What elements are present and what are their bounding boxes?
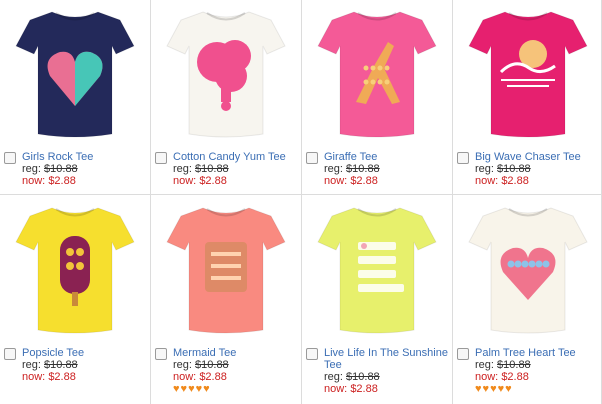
- sale-price-label: now:: [173, 175, 197, 187]
- sale-price: now: $2.88: [22, 175, 76, 187]
- regular-price-label: reg:: [475, 163, 494, 175]
- sale-price: now: $2.88: [22, 371, 76, 383]
- regular-price-value: $10.88: [346, 371, 380, 383]
- sale-price-label: now:: [324, 383, 348, 395]
- regular-price: reg: $10.88: [22, 359, 78, 371]
- product-name-link[interactable]: Mermaid Tee: [173, 347, 301, 359]
- compare-checkbox[interactable]: [4, 348, 16, 360]
- product-name-link[interactable]: Live Life In The Sunshine Tee: [324, 347, 452, 371]
- product-card: Palm Tree Heart Tee reg: $10.88 now: $2.…: [453, 196, 602, 398]
- product-card: Mermaid Tee reg: $10.88 now: $2.88 ♥♥♥♥♥: [151, 196, 301, 398]
- compare-checkbox[interactable]: [457, 152, 469, 164]
- regular-price-value: $10.88: [497, 163, 531, 175]
- regular-price: reg: $10.88: [173, 359, 229, 371]
- sale-price-value: $2.88: [350, 383, 378, 395]
- product-name-link[interactable]: Cotton Candy Yum Tee: [173, 151, 301, 163]
- product-card: Giraffe Tee reg: $10.88 now: $2.88: [302, 0, 452, 202]
- product-image[interactable]: [316, 202, 438, 337]
- product-card: Girls Rock Tee reg: $10.88 now: $2.88: [0, 0, 150, 202]
- compare-checkbox[interactable]: [457, 348, 469, 360]
- regular-price-value: $10.88: [44, 359, 78, 371]
- rating-hearts-icon: ♥♥♥♥♥: [173, 383, 211, 395]
- regular-price: reg: $10.88: [475, 359, 531, 371]
- compare-checkbox[interactable]: [155, 152, 167, 164]
- sale-price-value: $2.88: [350, 175, 378, 187]
- sale-price-label: now:: [324, 175, 348, 187]
- sale-price-label: now:: [22, 371, 46, 383]
- regular-price-value: $10.88: [195, 359, 229, 371]
- regular-price-label: reg:: [475, 359, 494, 371]
- regular-price-value: $10.88: [497, 359, 531, 371]
- product-card: Cotton Candy Yum Tee reg: $10.88 now: $2…: [151, 0, 301, 202]
- sale-price-value: $2.88: [48, 175, 76, 187]
- sale-price-label: now:: [475, 175, 499, 187]
- product-name-link[interactable]: Popsicle Tee: [22, 347, 150, 359]
- regular-price-label: reg:: [324, 163, 343, 175]
- regular-price: reg: $10.88: [475, 163, 531, 175]
- product-image[interactable]: [467, 6, 589, 141]
- regular-price-label: reg:: [173, 359, 192, 371]
- compare-checkbox[interactable]: [155, 348, 167, 360]
- sale-price: now: $2.88: [173, 371, 227, 383]
- sale-price: now: $2.88: [173, 175, 227, 187]
- product-name-link[interactable]: Girls Rock Tee: [22, 151, 150, 163]
- regular-price-label: reg:: [324, 371, 343, 383]
- shirt-shape: [468, 11, 588, 138]
- sale-price-value: $2.88: [199, 371, 227, 383]
- product-image[interactable]: [14, 6, 136, 141]
- regular-price-value: $10.88: [44, 163, 78, 175]
- sale-price-value: $2.88: [48, 371, 76, 383]
- compare-checkbox[interactable]: [4, 152, 16, 164]
- sale-price-value: $2.88: [501, 175, 529, 187]
- sale-price-value: $2.88: [501, 371, 529, 383]
- sale-price: now: $2.88: [475, 175, 529, 187]
- product-name-link[interactable]: Big Wave Chaser Tee: [475, 151, 602, 163]
- product-grid: Girls Rock Tee reg: $10.88 now: $2.88 Co…: [0, 0, 602, 404]
- compare-checkbox[interactable]: [306, 348, 318, 360]
- product-name-link[interactable]: Giraffe Tee: [324, 151, 452, 163]
- mermaid-graphic-icon: [205, 242, 247, 292]
- product-card: Big Wave Chaser Tee reg: $10.88 now: $2.…: [453, 0, 602, 202]
- compare-checkbox[interactable]: [306, 152, 318, 164]
- regular-price-label: reg:: [22, 359, 41, 371]
- sale-price: now: $2.88: [324, 175, 378, 187]
- product-image[interactable]: [14, 202, 136, 337]
- regular-price-value: $10.88: [195, 163, 229, 175]
- sale-price-label: now:: [22, 175, 46, 187]
- product-card: Live Life In The Sunshine Tee reg: $10.8…: [302, 196, 452, 398]
- regular-price: reg: $10.88: [173, 163, 229, 175]
- regular-price-label: reg:: [22, 163, 41, 175]
- product-image[interactable]: [316, 6, 438, 141]
- regular-price: reg: $10.88: [324, 163, 380, 175]
- regular-price: reg: $10.88: [22, 163, 78, 175]
- product-image[interactable]: [165, 6, 287, 141]
- product-image[interactable]: [467, 202, 589, 337]
- product-name-link[interactable]: Palm Tree Heart Tee: [475, 347, 602, 359]
- sale-price-label: now:: [173, 371, 197, 383]
- sale-price: now: $2.88: [324, 383, 378, 395]
- product-card: Popsicle Tee reg: $10.88 now: $2.88: [0, 196, 150, 398]
- regular-price-label: reg:: [173, 163, 192, 175]
- regular-price-value: $10.88: [346, 163, 380, 175]
- sale-price-label: now:: [475, 371, 499, 383]
- sale-price-value: $2.88: [199, 175, 227, 187]
- sale-price: now: $2.88: [475, 371, 529, 383]
- rating-hearts-icon: ♥♥♥♥♥: [475, 383, 513, 395]
- regular-price: reg: $10.88: [324, 371, 380, 383]
- product-image[interactable]: [165, 202, 287, 337]
